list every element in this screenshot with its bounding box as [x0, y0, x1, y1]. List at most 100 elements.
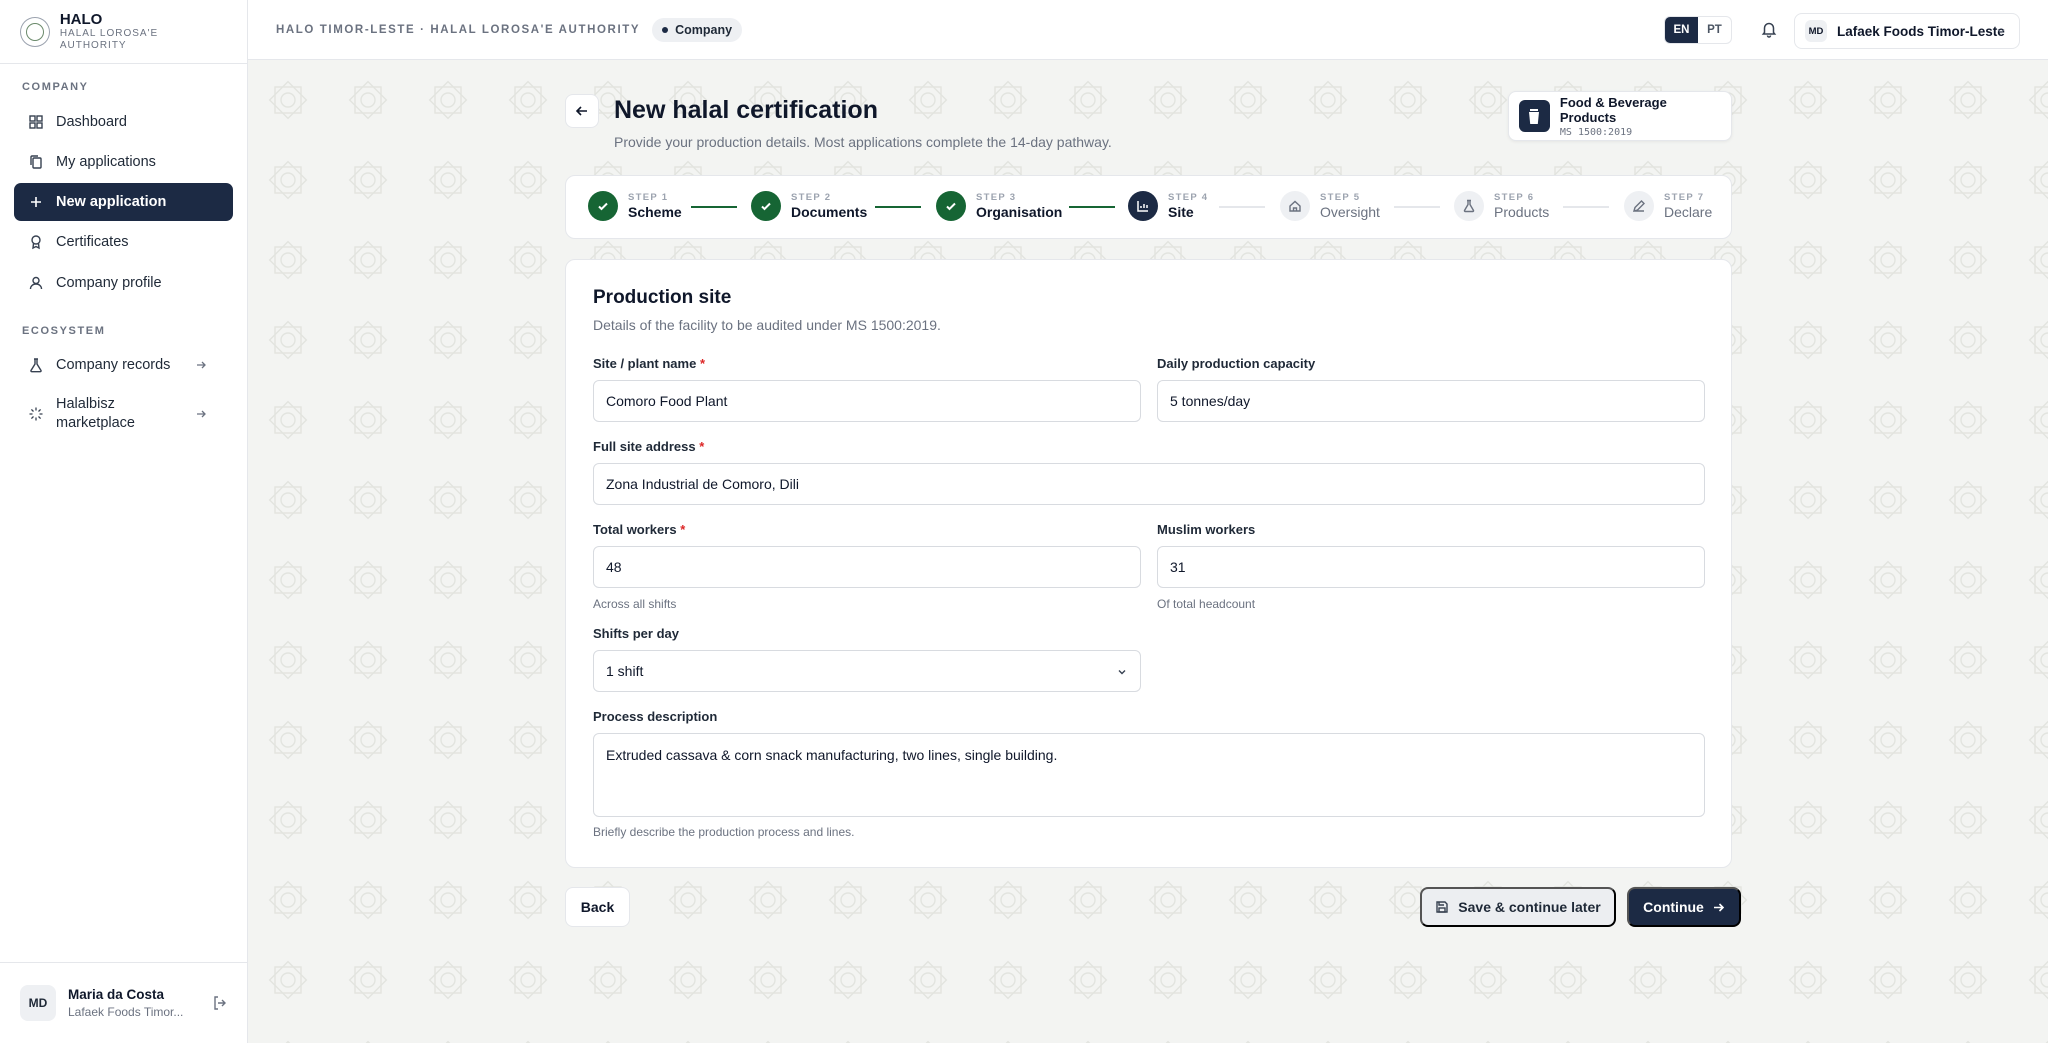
flask-icon — [30, 358, 42, 373]
step-label: Oversight — [1320, 204, 1380, 220]
step-connector — [1563, 206, 1609, 208]
sidebar: HALO HALAL LOROSA'E AUTHORITY COMPANY Da… — [0, 0, 248, 1043]
scheme-card: Food & Beverage Products MS 1500:2019 — [1508, 91, 1732, 141]
address-input[interactable]: Zona Industrial de Comoro, Dili — [593, 463, 1705, 505]
step-label: Organisation — [976, 204, 1063, 220]
shifts-select-value: 1 shift — [606, 663, 644, 679]
role-badge: Company — [652, 17, 743, 42]
sidebar-item-my-applications[interactable]: My applications — [14, 143, 233, 181]
scheme-standard: MS 1500:2019 — [1559, 126, 1633, 138]
step-declare[interactable]: STEP 7 Declare — [1624, 191, 1712, 221]
total-workers-label: Total workers * — [593, 522, 686, 537]
copy-icon — [30, 155, 42, 169]
total-workers-help: Across all shifts — [593, 597, 677, 611]
check-icon — [588, 191, 618, 221]
role-badge-label: Company — [675, 22, 733, 37]
flask-icon — [1454, 191, 1484, 221]
save-button-label: Save & continue later — [1458, 899, 1601, 915]
breadcrumb: HALO TIMOR-LESTE · HALAL LOROSA'E AUTHOR… — [276, 23, 641, 36]
step-connector — [1219, 206, 1265, 208]
continue-button[interactable]: Continue — [1627, 887, 1741, 927]
shifts-select[interactable]: 1 shift — [593, 650, 1141, 692]
sidebar-item-dashboard[interactable]: Dashboard — [14, 103, 233, 141]
halo-logo-icon — [20, 16, 50, 47]
step-number: STEP 1 — [628, 192, 669, 203]
muslim-workers-help: Of total headcount — [1157, 597, 1256, 611]
language-en-button[interactable]: EN — [1665, 17, 1698, 43]
arrow-right-icon — [197, 410, 206, 418]
process-label: Process description — [593, 709, 718, 724]
chevron-down-icon — [1118, 670, 1126, 675]
step-site[interactable]: STEP 4 Site — [1128, 191, 1208, 221]
step-label: Declare — [1664, 204, 1713, 220]
sidebar-item-label: Halalbisz marketplace — [56, 396, 135, 431]
step-number: STEP 7 — [1664, 192, 1705, 203]
organisation-selector[interactable]: MD Lafaek Foods Timor-Leste — [1794, 13, 2020, 49]
production-site-form: Production site Details of the facility … — [565, 259, 1732, 868]
bell-icon[interactable] — [1760, 20, 1778, 38]
capacity-label: Daily production capacity — [1157, 356, 1316, 371]
step-number: STEP 4 — [1168, 192, 1209, 203]
sidebar-item-label: My applications — [56, 154, 156, 170]
sidebar-item-company-profile[interactable]: Company profile — [14, 264, 233, 302]
chart-icon — [1128, 191, 1158, 221]
process-help: Briefly describe the production process … — [593, 825, 855, 839]
step-connector — [875, 206, 921, 208]
step-label: Scheme — [628, 204, 682, 220]
sidebar-item-company-records[interactable]: Company records — [14, 346, 233, 384]
scheme-name: Food & Beverage Products — [1559, 94, 1667, 125]
sidebar-item-new-application[interactable]: New application — [14, 183, 233, 221]
step-products[interactable]: STEP 6 Products — [1454, 191, 1549, 221]
page-subtitle: Provide your production details. Most ap… — [614, 134, 1112, 150]
step-number: STEP 3 — [976, 192, 1017, 203]
step-scheme[interactable]: STEP 1 Scheme — [588, 191, 682, 221]
back-arrow-button[interactable] — [565, 94, 599, 128]
sidebar-item-label: New application — [56, 194, 167, 210]
save-icon — [1436, 901, 1448, 913]
step-connector — [691, 206, 737, 208]
muslim-workers-input[interactable]: 31 — [1157, 546, 1705, 588]
step-number: STEP 2 — [791, 192, 832, 203]
process-textarea[interactable]: Extruded cassava & corn snack manufactur… — [593, 733, 1705, 817]
step-number: STEP 5 — [1320, 192, 1361, 203]
step-connector — [1069, 206, 1115, 208]
capacity-input[interactable]: 5 tonnes/day — [1157, 380, 1705, 422]
brand[interactable]: HALO HALAL LOROSA'E AUTHORITY — [0, 0, 247, 64]
step-oversight[interactable]: STEP 5 Oversight — [1280, 191, 1380, 221]
language-switcher: EN PT — [1664, 16, 1732, 44]
page-title: New halal certification — [614, 96, 878, 124]
total-workers-input[interactable]: 48 — [593, 546, 1141, 588]
grid-icon — [29, 115, 43, 129]
language-pt-button[interactable]: PT — [1698, 17, 1731, 43]
progress-stepper: STEP 1 Scheme STEP 2 Documents STEP 3 Organ… — [565, 175, 1732, 239]
award-icon — [31, 235, 41, 250]
brand-name: HALO — [59, 10, 103, 28]
back-button[interactable]: Back — [565, 887, 630, 927]
sidebar-item-halalbisz-marketplace[interactable]: Halalbisz marketplace — [14, 390, 233, 438]
user-block: MD Maria da Costa Lafaek Foods Timor... — [0, 962, 248, 1043]
check-icon — [936, 191, 966, 221]
sparkle-icon — [29, 407, 43, 421]
step-documents[interactable]: STEP 2 Documents — [751, 191, 867, 221]
check-icon — [751, 191, 781, 221]
pencil-icon — [1624, 191, 1654, 221]
section-label-ecosystem: ECOSYSTEM — [22, 325, 106, 337]
step-organisation[interactable]: STEP 3 Organisation — [936, 191, 1062, 221]
sidebar-item-label: Certificates — [56, 234, 129, 250]
arrow-right-icon — [1713, 902, 1724, 912]
form-title: Production site — [593, 287, 732, 308]
logout-icon[interactable] — [212, 995, 228, 1011]
step-label: Site — [1168, 204, 1194, 220]
sidebar-item-label: Company profile — [56, 275, 162, 291]
step-number: STEP 6 — [1494, 192, 1535, 203]
org-avatar: MD — [1805, 20, 1827, 42]
continue-button-label: Continue — [1643, 899, 1704, 915]
site-name-input[interactable]: Comoro Food Plant — [593, 380, 1141, 422]
save-continue-later-button[interactable]: Save & continue later — [1420, 887, 1616, 927]
home-icon — [1280, 191, 1310, 221]
step-label: Documents — [791, 204, 868, 220]
user-icon — [29, 276, 43, 290]
address-label: Full site address * — [593, 439, 705, 454]
sidebar-item-certificates[interactable]: Certificates — [14, 223, 233, 261]
topbar: HALO TIMOR-LESTE · HALAL LOROSA'E AUTHOR… — [248, 0, 2048, 60]
